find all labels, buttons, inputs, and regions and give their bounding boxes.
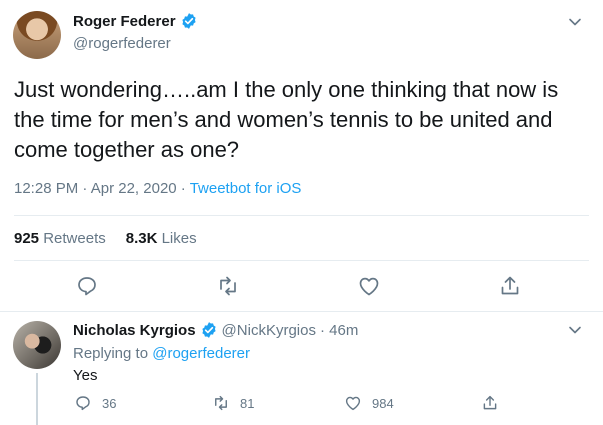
reply-avatar[interactable] xyxy=(13,321,61,369)
reply-share-button[interactable] xyxy=(481,394,499,412)
reply-bubble-icon xyxy=(76,396,90,411)
tweet-meta: 12:28 PM · Apr 22, 2020 · Tweetbot for i… xyxy=(14,180,301,197)
meta-separator: · xyxy=(78,180,91,197)
chevron-down-icon[interactable] xyxy=(567,322,583,338)
tweet-date[interactable]: Apr 22, 2020 xyxy=(91,180,177,197)
author-name-row: Roger Federer xyxy=(73,12,198,30)
heart-icon xyxy=(345,396,361,411)
tweet-detail-page: Roger Federer @rogerfederer Just wonderi… xyxy=(0,0,603,425)
meta-separator: · xyxy=(176,180,190,197)
avatar[interactable] xyxy=(13,11,61,59)
reply-reply-button[interactable]: 36 xyxy=(74,394,116,412)
reply-author-row: Nicholas Kyrgios @NickKyrgios · 46m xyxy=(73,321,358,339)
share-icon xyxy=(501,276,519,295)
retweet-count: 81 xyxy=(240,395,255,411)
verified-badge-icon xyxy=(201,322,216,338)
retweet-icon xyxy=(220,276,236,296)
share-button[interactable] xyxy=(498,274,522,298)
reply-count: 36 xyxy=(102,395,117,411)
retweets-stat[interactable]: 925 Retweets xyxy=(14,230,106,247)
reply-handle[interactable]: @NickKyrgios xyxy=(222,322,316,339)
verified-badge-icon xyxy=(181,13,196,29)
divider xyxy=(0,311,603,312)
retweet-button[interactable] xyxy=(216,274,240,298)
retweets-count: 925 xyxy=(14,230,40,247)
reply-like-button[interactable]: 984 xyxy=(344,394,394,412)
reply-button[interactable] xyxy=(75,274,99,298)
reply-retweet-button[interactable]: 81 xyxy=(212,394,254,412)
replying-to-link[interactable]: @rogerfederer xyxy=(152,345,250,362)
tweet-stats: 925 Retweets 8.3K Likes xyxy=(14,230,197,247)
tweet-text: Just wondering…..am I the only one think… xyxy=(14,77,559,162)
tweet-time[interactable]: 12:28 PM xyxy=(14,180,78,197)
replying-to-prefix: Replying to xyxy=(73,345,153,362)
replying-to-line: Replying to @rogerfederer xyxy=(73,345,250,362)
like-count: 984 xyxy=(372,395,394,411)
author-handle[interactable]: @rogerfederer xyxy=(73,35,171,52)
share-icon xyxy=(483,395,497,410)
likes-label: Likes xyxy=(161,230,197,247)
thread-line xyxy=(36,373,38,425)
divider xyxy=(14,215,589,216)
retweets-label: Retweets xyxy=(43,230,106,247)
chevron-down-icon[interactable] xyxy=(567,14,583,30)
reply-display-name[interactable]: Nicholas Kyrgios xyxy=(73,322,196,339)
divider xyxy=(14,260,589,261)
reply-text: Yes xyxy=(73,367,98,384)
retweet-icon xyxy=(215,395,227,411)
author-display-name[interactable]: Roger Federer xyxy=(73,13,176,30)
like-button[interactable] xyxy=(357,274,381,298)
reply-bubble-icon xyxy=(78,277,96,296)
tweet-source-link[interactable]: Tweetbot for iOS xyxy=(190,180,302,197)
reply-age[interactable]: · 46m xyxy=(320,322,358,339)
likes-stat[interactable]: 8.3K Likes xyxy=(126,230,197,247)
likes-count: 8.3K xyxy=(125,230,158,247)
heart-icon xyxy=(359,277,379,296)
